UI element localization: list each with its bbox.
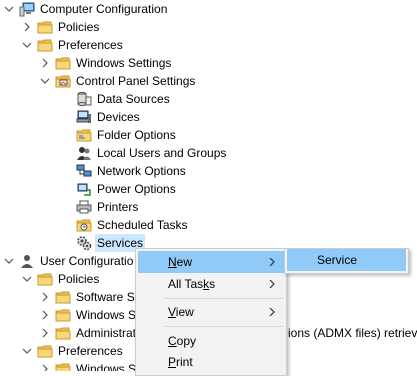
- chevron-right-icon: [268, 301, 276, 323]
- scheduled-tasks-icon: [76, 217, 92, 233]
- folder-icon: [37, 271, 53, 287]
- tree-label: Software S: [76, 290, 135, 304]
- context-menu: New All Tasks View Copy Print: [135, 248, 287, 376]
- tree-node-folder-options[interactable]: Folder Options: [0, 126, 200, 144]
- users-icon: [76, 145, 92, 161]
- chevron-down-icon[interactable]: [22, 342, 32, 360]
- menu-item-all-tasks[interactable]: All Tasks: [138, 273, 284, 295]
- menu-item-new[interactable]: New: [138, 251, 284, 273]
- folder-icon: [55, 289, 71, 305]
- administrative-templates-label-tail: ions (ADMX files) retrieve: [286, 324, 417, 342]
- network-icon: [76, 163, 92, 179]
- tree-label: Control Panel Settings: [76, 74, 196, 88]
- power-icon: [76, 181, 92, 197]
- data-sources-icon: [76, 91, 92, 107]
- tree-node-local-users-and-groups[interactable]: Local Users and Groups: [0, 144, 240, 162]
- chevron-right-icon[interactable]: [22, 18, 32, 36]
- tree-node-user-preferences[interactable]: Preferences: [0, 342, 135, 360]
- tree-node-data-sources[interactable]: Data Sources: [0, 90, 200, 108]
- menu-separator: [164, 326, 284, 327]
- menu-item-service[interactable]: Service: [287, 249, 406, 271]
- menu-item-copy[interactable]: Copy: [138, 330, 284, 352]
- control-panel-folder-icon: [55, 73, 71, 89]
- folder-icon: [55, 307, 71, 323]
- folder-icon: [37, 343, 53, 359]
- tree-node-preferences[interactable]: Preferences: [0, 36, 200, 54]
- tree-label: Windows S: [76, 362, 135, 371]
- folder-options-icon: [76, 127, 92, 143]
- tree-label: Policies: [58, 272, 100, 286]
- menu-item-label: View: [168, 305, 194, 319]
- menu-item-label: Service: [317, 253, 358, 267]
- tree-node-printers[interactable]: Printers: [0, 198, 200, 216]
- tree-label: Scheduled Tasks: [97, 218, 188, 232]
- tree-node-policies[interactable]: Policies: [0, 18, 200, 36]
- tree-node-power-options[interactable]: Power Options: [0, 180, 200, 198]
- tree-label: Policies: [58, 20, 100, 34]
- tree-node-administrative-templates[interactable]: Administrat: [0, 324, 137, 342]
- tree-node-devices[interactable]: Devices: [0, 108, 200, 126]
- user-icon: [19, 253, 35, 269]
- folder-icon: [55, 361, 71, 371]
- services-gear-icon: [76, 235, 92, 251]
- chevron-right-icon[interactable]: [40, 360, 50, 371]
- tree-node-user-windows-settings-2[interactable]: Windows S: [0, 360, 135, 371]
- chevron-right-icon[interactable]: [40, 306, 50, 324]
- chevron-down-icon[interactable]: [22, 270, 32, 288]
- tree-label: Preferences: [58, 38, 123, 52]
- folder-icon: [55, 55, 71, 71]
- chevron-right-icon[interactable]: [40, 54, 50, 72]
- tree-node-scheduled-tasks[interactable]: Scheduled Tasks: [0, 216, 200, 234]
- tree-label: Printers: [97, 200, 139, 214]
- tree-node-software-settings[interactable]: Software S: [0, 288, 135, 306]
- devices-icon: [76, 109, 92, 125]
- chevron-down-icon[interactable]: [40, 72, 50, 90]
- chevron-right-icon: [268, 251, 276, 273]
- tree-label: Preferences: [58, 344, 123, 358]
- tree-node-network-options[interactable]: Network Options: [0, 162, 200, 180]
- folder-icon: [37, 37, 53, 53]
- tree-label: Administrat: [76, 326, 137, 340]
- tree-node-computer-configuration[interactable]: Computer Configuration: [0, 0, 260, 18]
- tree-label: Network Options: [97, 164, 186, 178]
- menu-item-label: Print: [168, 355, 193, 369]
- tree-label: User Configuratio: [40, 254, 134, 268]
- folder-icon: [55, 325, 71, 341]
- chevron-right-icon[interactable]: [40, 324, 50, 342]
- tree-label: Data Sources: [97, 92, 170, 106]
- menu-item-label: Copy: [168, 334, 197, 348]
- tree-label: ions (ADMX files) retrieve: [288, 326, 417, 340]
- tree-label: Windows Settings: [76, 56, 172, 70]
- tree-label: Windows S: [76, 308, 137, 322]
- chevron-down-icon[interactable]: [4, 252, 14, 270]
- tree-node-windows-settings[interactable]: Windows Settings: [0, 54, 220, 72]
- tree-label: Folder Options: [97, 128, 176, 142]
- tree-node-control-panel-settings[interactable]: Control Panel Settings: [0, 72, 240, 90]
- printer-icon: [76, 199, 92, 215]
- tree-node-user-windows-settings[interactable]: Windows S: [0, 306, 137, 324]
- menu-item-label: New: [168, 255, 193, 269]
- tree-label: Computer Configuration: [40, 2, 168, 16]
- tree-label: Local Users and Groups: [97, 146, 227, 160]
- chevron-down-icon[interactable]: [4, 0, 14, 18]
- new-submenu: Service: [284, 248, 409, 274]
- menu-item-label: All Tasks: [168, 277, 216, 291]
- menu-item-view[interactable]: View: [138, 301, 284, 323]
- menu-separator: [164, 298, 284, 299]
- computer-icon: [19, 1, 35, 17]
- menu-item-print[interactable]: Print: [138, 351, 284, 373]
- chevron-down-icon[interactable]: [22, 36, 32, 54]
- tree-label: Power Options: [97, 182, 176, 196]
- tree-node-user-policies[interactable]: Policies: [0, 270, 135, 288]
- chevron-right-icon[interactable]: [40, 288, 50, 306]
- tree-label: Devices: [97, 110, 140, 124]
- folder-icon: [37, 19, 53, 35]
- chevron-right-icon: [268, 273, 276, 295]
- tree-node-user-configuration[interactable]: User Configuratio: [0, 252, 140, 270]
